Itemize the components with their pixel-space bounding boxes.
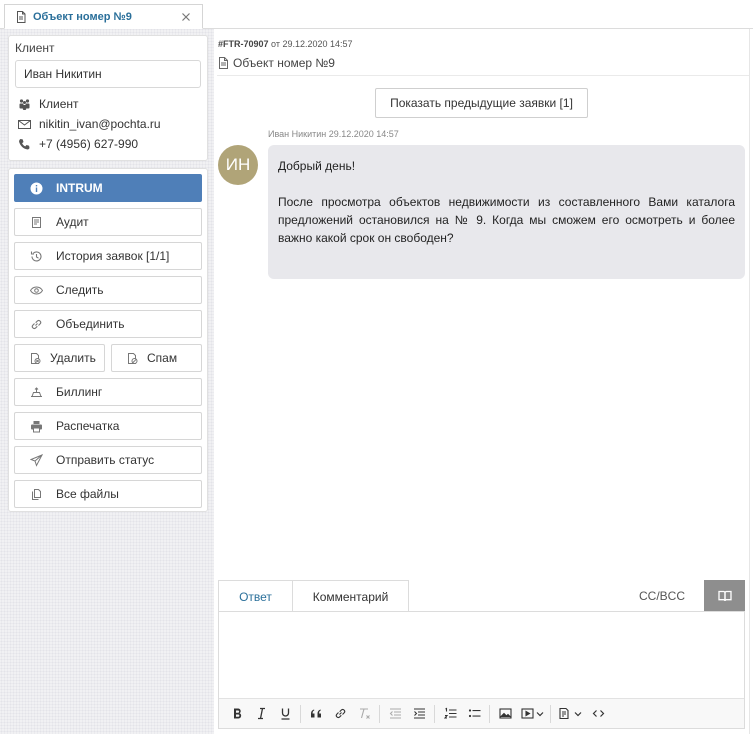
toolbar-separator <box>489 704 490 723</box>
cc-bcc-link[interactable]: CC/BCC <box>639 589 685 603</box>
italic-icon <box>257 707 265 720</box>
client-email-row: nikitin_ivan@pochta.ru <box>15 117 201 131</box>
link-icon <box>335 708 345 719</box>
all-files-button[interactable]: Все файлы <box>14 480 202 508</box>
clear-format-icon <box>359 708 370 719</box>
numbered-list-icon <box>443 707 456 719</box>
message-meta: Иван Никитин 29.12.2020 14:57 <box>268 129 399 139</box>
eye-icon <box>30 285 43 295</box>
bullet-list-icon <box>468 709 480 718</box>
avatar: ИН <box>218 145 258 185</box>
client-card: Клиент Иван Никитин Клиент nikitin_ivan@… <box>8 35 208 161</box>
link-icon <box>31 319 42 329</box>
source-code-button[interactable] <box>586 703 610 725</box>
template-icon <box>559 707 569 720</box>
document-icon <box>219 57 228 69</box>
printer-icon <box>31 420 42 432</box>
client-name-field[interactable]: Иван Никитин <box>15 60 201 88</box>
audit-icon <box>32 216 41 228</box>
reply-tabs: Ответ Комментарий CC/BCC <box>218 580 745 612</box>
tab-comment[interactable]: Комментарий <box>292 580 409 612</box>
ticket-from-word: от <box>271 39 280 49</box>
image-button[interactable] <box>493 703 517 725</box>
code-icon <box>592 710 604 717</box>
reply-textarea[interactable] <box>219 612 744 699</box>
template-insert-button[interactable] <box>554 703 586 725</box>
audit-button[interactable]: Аудит <box>14 208 202 236</box>
delete-button[interactable]: Удалить <box>14 344 105 372</box>
merge-button[interactable]: Объединить <box>14 310 202 338</box>
tab-answer[interactable]: Ответ <box>218 580 293 612</box>
tab-bar: Объект номер №9 <box>0 0 753 29</box>
ticket-header: #FTR-70907 от 29.12.2020 14:57 <box>218 39 353 49</box>
ticket-subject: Объект номер №9 <box>233 56 335 70</box>
bold-icon <box>233 708 241 719</box>
underline-icon <box>281 708 289 720</box>
spam-icon <box>128 352 138 364</box>
client-section-label: Клиент <box>15 41 55 55</box>
indent-button[interactable] <box>407 703 431 725</box>
italic-button[interactable] <box>249 703 273 725</box>
tab-ticket[interactable]: Объект номер №9 <box>4 4 203 29</box>
action-panel: INTRUM Аудит История заявок [1/1] Следит… <box>8 168 208 512</box>
tab-title: Объект номер №9 <box>33 10 132 23</box>
show-previous-button[interactable]: Показать предыдущие заявки [1] <box>375 88 588 118</box>
envelope-icon <box>18 119 31 129</box>
numbered-list-button[interactable] <box>438 703 462 725</box>
client-phone-row: +7 (4956) 627-990 <box>15 137 201 151</box>
client-email[interactable]: nikitin_ivan@pochta.ru <box>39 117 161 131</box>
chevron-down-icon <box>574 711 582 716</box>
outdent-icon <box>389 708 401 719</box>
reply-editor <box>218 611 745 729</box>
document-icon <box>17 10 26 23</box>
quote-button[interactable] <box>304 703 328 725</box>
clear-format-button[interactable] <box>352 703 376 725</box>
toolbar-separator <box>434 704 435 723</box>
underline-button[interactable] <box>273 703 297 725</box>
toolbar-separator <box>550 704 551 723</box>
book-icon <box>717 590 732 601</box>
spam-button[interactable]: Спам <box>111 344 202 372</box>
phone-icon <box>19 138 30 149</box>
ticket-subject-row: Объект номер №9 <box>218 56 335 70</box>
info-icon <box>30 182 43 194</box>
toolbar-separator <box>379 704 380 723</box>
right-border <box>749 29 750 734</box>
header-divider <box>217 75 750 76</box>
client-phone[interactable]: +7 (4956) 627-990 <box>39 137 138 151</box>
client-type-row: Клиент <box>15 97 201 111</box>
send-status-button[interactable]: Отправить статус <box>14 446 202 474</box>
bold-button[interactable] <box>225 703 249 725</box>
intrum-button[interactable]: INTRUM <box>14 174 202 202</box>
outdent-button[interactable] <box>383 703 407 725</box>
close-icon[interactable] <box>180 11 192 23</box>
link-button[interactable] <box>328 703 352 725</box>
indent-icon <box>413 708 425 719</box>
message-bubble: Добрый день! После просмотра объектов не… <box>268 145 745 279</box>
billing-icon <box>31 386 42 397</box>
editor-toolbar <box>219 698 744 728</box>
paper-plane-icon <box>30 453 43 467</box>
message-greeting: Добрый день! <box>278 159 356 173</box>
client-type: Клиент <box>39 97 79 111</box>
history-icon <box>30 250 42 262</box>
toolbar-separator <box>300 704 301 723</box>
image-icon <box>498 708 512 719</box>
bullet-list-button[interactable] <box>462 703 486 725</box>
message-body: После просмотра объектов недвижимости из… <box>278 195 735 245</box>
quote-icon <box>310 709 321 718</box>
ticket-id: #FTR-70907 <box>218 39 269 49</box>
ticket-date: 29.12.2020 14:57 <box>282 39 353 49</box>
history-button[interactable]: История заявок [1/1] <box>14 242 202 270</box>
follow-button[interactable]: Следить <box>14 276 202 304</box>
delete-icon <box>31 352 41 364</box>
video-button[interactable] <box>517 703 547 725</box>
chevron-down-icon <box>536 711 543 716</box>
templates-button[interactable] <box>704 580 745 611</box>
users-icon <box>19 98 30 110</box>
video-icon <box>520 708 534 719</box>
files-icon <box>32 488 41 500</box>
billing-button[interactable]: Биллинг <box>14 378 202 406</box>
print-button[interactable]: Распечатка <box>14 412 202 440</box>
